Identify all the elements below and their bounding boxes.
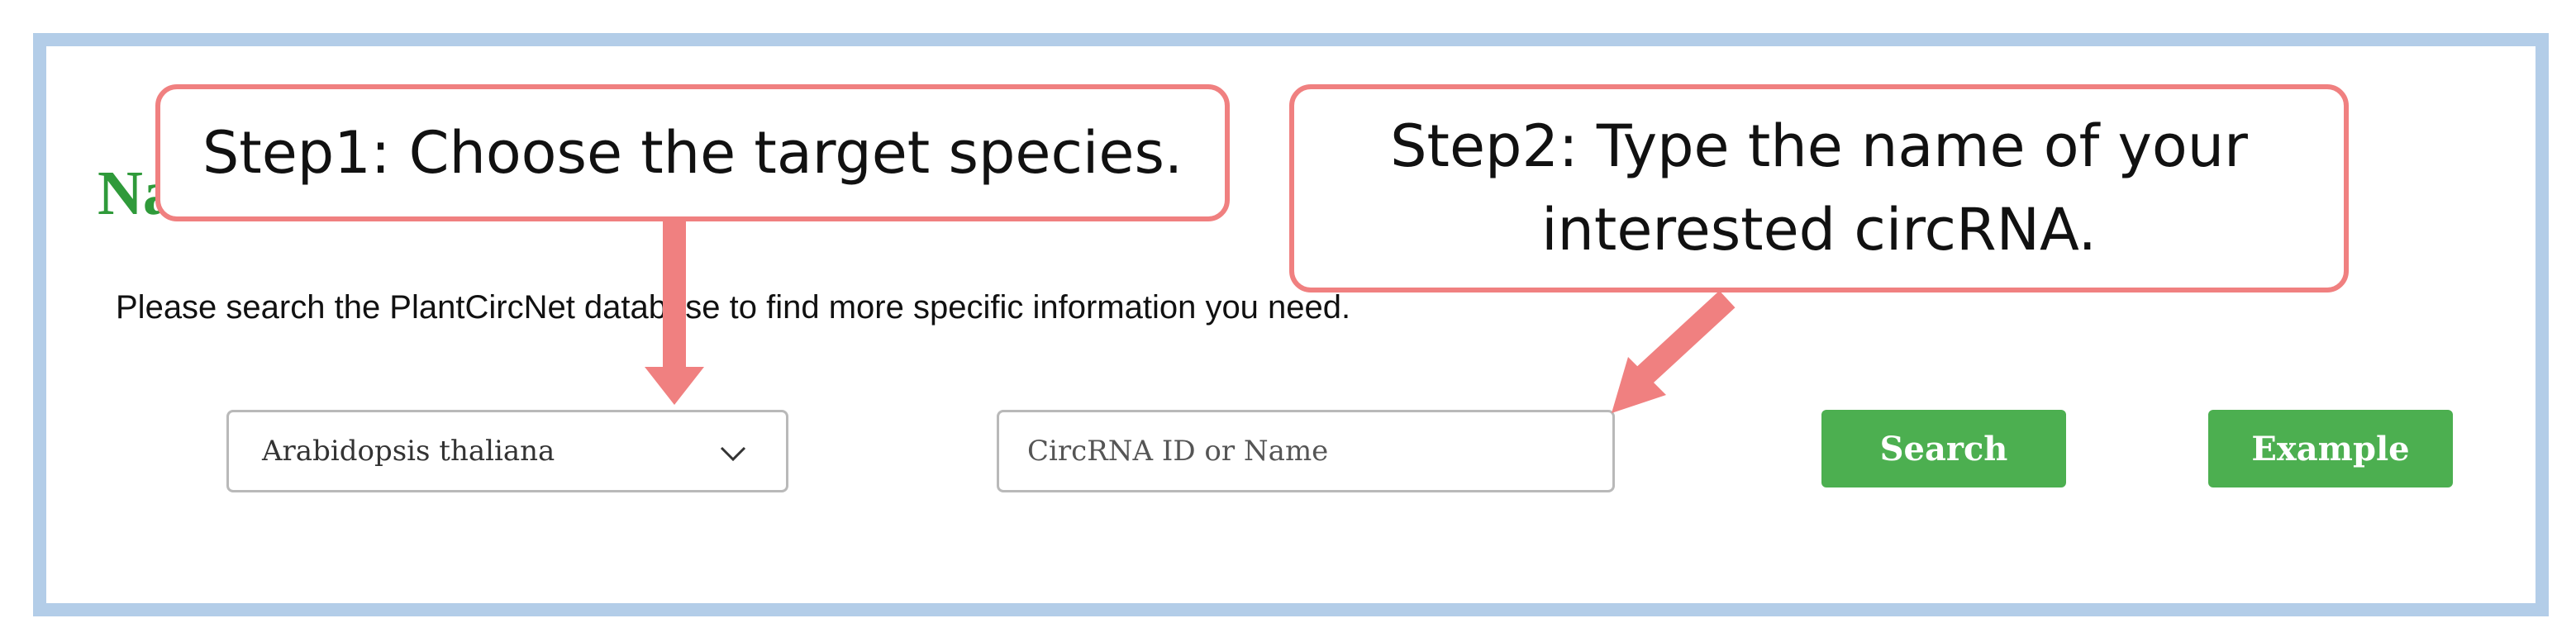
intro-text: Please search the PlantCircNet database … <box>116 289 1351 326</box>
step1-text: Step1: Choose the target species. <box>202 119 1183 187</box>
search-button[interactable]: Search <box>1821 410 2066 487</box>
example-button[interactable]: Example <box>2208 410 2453 487</box>
step2-callout: Step2: Type the name of your interested … <box>1289 84 2349 292</box>
species-select[interactable]: Arabidopsis thaliana <box>226 410 788 492</box>
circrna-search-input[interactable] <box>997 410 1615 492</box>
chevron-down-icon <box>720 446 746 462</box>
step1-callout: Step1: Choose the target species. <box>155 84 1230 221</box>
species-select-value: Arabidopsis thaliana <box>262 435 555 468</box>
step2-text: Step2: Type the name of your interested … <box>1390 112 2248 264</box>
